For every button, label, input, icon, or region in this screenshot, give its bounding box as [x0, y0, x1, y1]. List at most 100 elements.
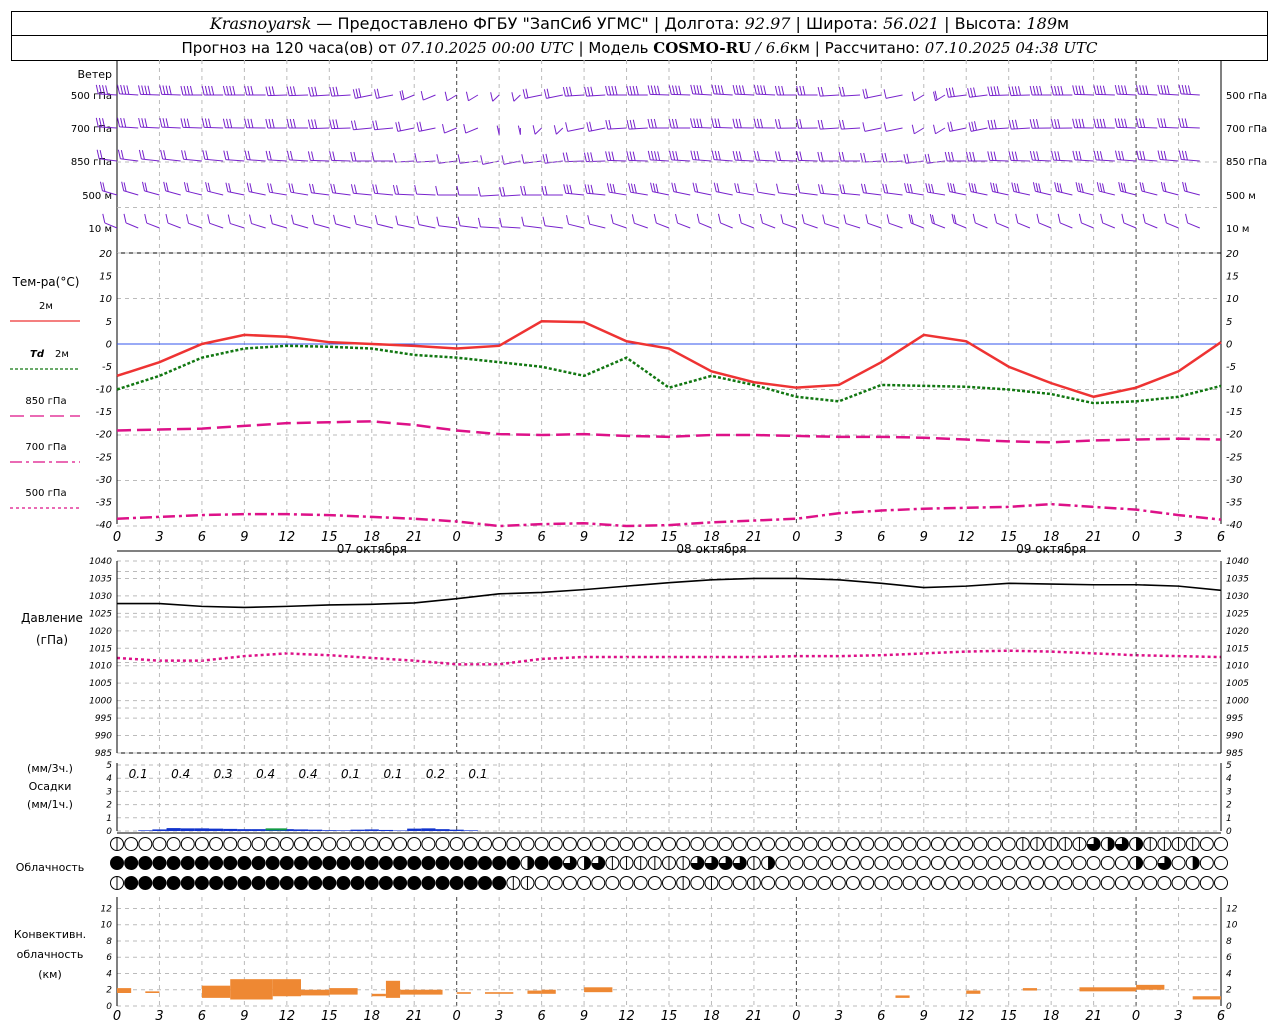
wind-barb-shaft: [468, 94, 479, 102]
wind-barb-feather: [226, 85, 230, 96]
wind-barb-feather: [796, 85, 800, 96]
wind-barb-feather: [333, 183, 337, 194]
cloud-symbol: [180, 876, 195, 890]
wind-barb-feather: [838, 120, 842, 130]
cloud-circle: [718, 837, 733, 851]
wind-barb-feather: [1102, 118, 1106, 128]
cloud-symbol: [421, 856, 436, 870]
wind-barb-feather: [657, 85, 661, 95]
wind-barb-feather: [1057, 119, 1061, 129]
wind-barb-feather: [1135, 118, 1139, 128]
wind-barb-feather: [970, 87, 974, 98]
precip-y-tick-right: 3: [1226, 787, 1232, 797]
cloud-circle: [308, 876, 323, 890]
wind-barb-feather: [329, 87, 333, 97]
wind-barb-feather: [1032, 182, 1036, 192]
wind-barb-feather: [774, 119, 778, 129]
cloud-symbol: [619, 837, 634, 851]
wind-level-label-right: 700 гПа: [1226, 124, 1267, 135]
cloud-circle: [463, 856, 478, 870]
cloud-symbol: [562, 856, 577, 870]
cloud-symbol: [322, 876, 337, 890]
wind-barb-feather: [141, 150, 145, 160]
td-label-prefix: Td: [30, 349, 45, 360]
cloud-circle: [577, 837, 592, 851]
wind-barb-feather: [1187, 85, 1191, 95]
cloud-circle: [435, 876, 450, 890]
cloud-symbol: [237, 856, 252, 870]
wind-barb-feather: [511, 92, 515, 102]
wind-barb-feather: [1011, 151, 1015, 161]
wind-barb-feather: [928, 183, 932, 193]
wind-barb-feather: [626, 85, 630, 96]
wind-barb-feather: [841, 119, 845, 130]
wind-barb-feather: [477, 187, 481, 197]
wind-barb-feather: [138, 149, 142, 160]
conv-cloud-bar: [145, 991, 160, 993]
pressure-y-tick-left: 1020: [89, 627, 112, 637]
wind-barb-shaft: [885, 127, 903, 132]
x-tick-label: 21: [746, 530, 763, 545]
wind-barb-feather: [435, 185, 439, 196]
wind-barb-feather: [1121, 85, 1125, 95]
precip-bar: [435, 829, 450, 831]
wind-barb-feather: [990, 86, 994, 96]
cloud-circle: [237, 837, 252, 851]
wind-barb-shaft: [314, 223, 330, 229]
cloud-symbol: [1044, 837, 1059, 851]
cloud-symbol: [1015, 856, 1030, 870]
cloud-symbol: [463, 856, 478, 870]
cloud-circle: [110, 856, 124, 870]
wind-barb-feather: [1075, 182, 1079, 192]
cloud-circle: [888, 876, 903, 890]
wind-barb-feather: [501, 155, 505, 165]
wind-barb-feather: [350, 151, 354, 162]
wind-barb-feather: [1123, 183, 1127, 193]
cloud-symbol: [421, 837, 436, 851]
cloud-symbol: [803, 837, 818, 851]
cloud-symbol: [945, 837, 960, 851]
wind-barb-feather: [933, 124, 936, 134]
cloud-symbol: [1114, 856, 1129, 870]
wind-barb-feather: [250, 118, 254, 128]
wind-barb-shaft: [778, 192, 797, 196]
cloud-symbol: [874, 856, 889, 870]
pressure-label: Давление: [21, 611, 83, 625]
cloud-circle: [364, 876, 379, 890]
wind-barb-feather: [778, 85, 782, 96]
cloud-circle: [548, 876, 563, 890]
precip-y-tick-right: 5: [1226, 761, 1232, 771]
wind-barb-feather: [911, 124, 915, 134]
cloud-symbol: [1129, 876, 1144, 890]
cloud-symbol: [676, 837, 691, 851]
precip-bar: [421, 828, 436, 831]
wind-barb-feather: [669, 150, 673, 160]
cloud-symbol: [421, 876, 436, 890]
wind-barb-feather: [1078, 151, 1082, 161]
wind-barb-feather: [333, 214, 337, 225]
conv-y-tick-left: 8: [106, 937, 112, 947]
wind-barb-feather: [1056, 182, 1060, 193]
wind-barb-feather: [523, 185, 527, 196]
wind-barb-shaft: [914, 127, 925, 135]
cloud-circle: [506, 837, 521, 851]
wind-barb-feather: [675, 85, 679, 95]
x-tick-label: 3: [155, 1009, 163, 1024]
wind-barb-shaft: [720, 222, 733, 229]
cloud-circle: [322, 876, 337, 890]
wind-barb-feather: [1100, 213, 1104, 224]
cloud-symbol: [279, 876, 294, 890]
wind-barb-feather: [329, 119, 333, 129]
date-label: 08 октября: [676, 542, 746, 556]
precip-3h-label: 0.4: [171, 767, 190, 781]
cloud-fraction: [584, 856, 591, 870]
wind-barb-feather: [883, 122, 887, 132]
cloud-symbol: [1214, 856, 1228, 870]
cloud-symbol: [1001, 856, 1016, 870]
conv-y-tick-left: 0: [106, 1002, 112, 1012]
precip-bar-snow: [265, 828, 287, 831]
precip-bar: [350, 829, 365, 831]
wind-barb-feather: [205, 182, 209, 192]
cloud-circle: [279, 856, 294, 870]
cloud-circle: [449, 837, 464, 851]
